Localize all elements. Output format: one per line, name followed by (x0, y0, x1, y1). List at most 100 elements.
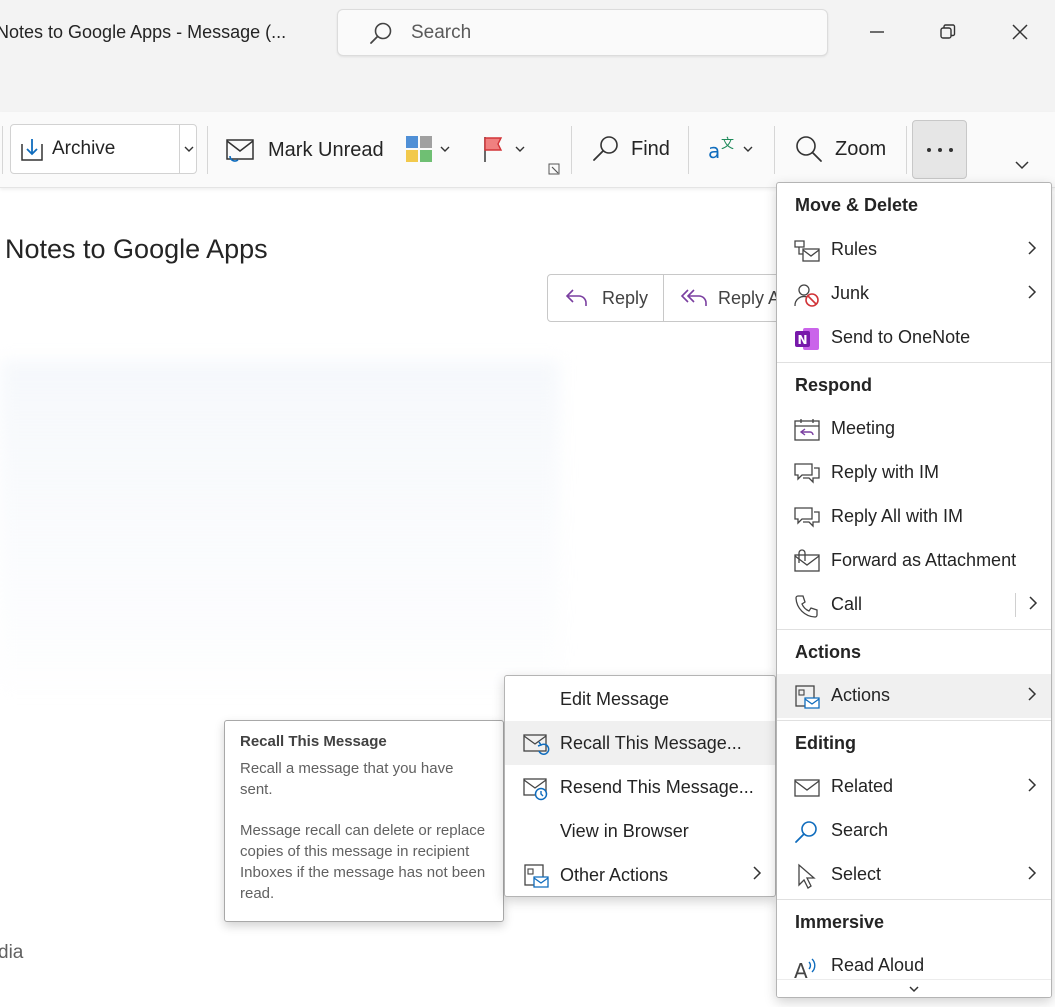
section-heading-actions: Actions (795, 642, 862, 662)
message-subject: Notes to Google Apps (5, 234, 268, 264)
phone-icon (795, 595, 818, 618)
menu-item-send-to-onenote[interactable]: N Send to OneNote (777, 316, 1051, 360)
menu-item-edit-message[interactable]: Edit Message (505, 677, 775, 721)
menu-item-related[interactable]: Related (777, 765, 1051, 809)
menu-item-label: Forward as Attachment (831, 550, 1017, 570)
ribbon-separator (688, 126, 689, 174)
menu-item-other-actions[interactable]: Other Actions (505, 853, 775, 897)
zoom-button[interactable]: Zoom (794, 134, 886, 164)
menu-divider (777, 629, 1051, 630)
restore-button[interactable] (932, 16, 964, 48)
find-label: Find (631, 137, 670, 160)
svg-text:N: N (798, 333, 808, 347)
menu-item-meeting[interactable]: Meeting (777, 407, 1051, 451)
menu-item-label: Reply with IM (831, 462, 940, 482)
tooltip-title: Recall This Message (240, 733, 387, 750)
menu-item-label: Recall This Message... (560, 733, 742, 753)
flag-icon (484, 137, 503, 162)
chevron-down-icon (440, 146, 450, 152)
ribbon-collapse-icon[interactable] (1015, 160, 1029, 170)
menu-item-reply-with-im[interactable]: Reply with IM (777, 451, 1051, 495)
svg-text:A: A (794, 959, 808, 980)
translate-icon: a文 (708, 137, 734, 163)
onenote-icon: N (795, 328, 819, 350)
archive-button[interactable]: Archive (10, 124, 197, 174)
menu-item-label: Actions (831, 685, 891, 705)
mark-unread-label: Mark Unread (268, 138, 384, 161)
window-title: Notes to Google Apps - Message (... (0, 22, 287, 42)
minimize-button[interactable] (861, 16, 893, 48)
menu-item-call[interactable]: Call (777, 583, 1051, 627)
reply-all-button[interactable]: Reply A (664, 275, 786, 321)
menu-item-label: Read Aloud (831, 955, 925, 975)
menu-item-label: Meeting (831, 418, 896, 438)
find-button[interactable]: Find (591, 134, 670, 164)
reply-icon (565, 289, 587, 306)
search-icon (593, 136, 618, 161)
menu-item-forward-as-attachment[interactable]: Forward as Attachment (777, 539, 1051, 583)
menu-item-label: View in Browser (560, 821, 689, 841)
chevron-down-icon (184, 146, 193, 152)
reply-button[interactable]: Reply (548, 275, 664, 321)
recall-icon (523, 734, 550, 755)
svg-text:文: 文 (721, 137, 734, 152)
menu-item-recall-message[interactable]: Recall This Message... (505, 721, 775, 765)
more-commands-menu: Move & Delete Rules Junk N Send to OneNo… (776, 182, 1052, 998)
archive-dropdown[interactable] (179, 125, 197, 173)
more-commands-button[interactable] (912, 120, 967, 179)
search-placeholder: Search (411, 22, 472, 43)
chevron-right-icon (1028, 285, 1037, 299)
menu-item-label: Search (831, 820, 889, 840)
zoom-label: Zoom (835, 137, 887, 160)
menu-item-select[interactable]: Select (777, 853, 1051, 897)
other-actions-icon (524, 864, 549, 888)
menu-item-rules[interactable]: Rules (777, 228, 1051, 272)
categorize-button[interactable] (404, 134, 450, 164)
follow-up-button[interactable] (481, 134, 525, 164)
section-heading-immersive: Immersive (795, 912, 885, 932)
ribbon: Archive Mark Unread Find a文 Zoom (0, 112, 1055, 188)
section-heading-move-delete: Move & Delete (795, 195, 919, 215)
section-heading-respond: Respond (795, 375, 873, 395)
close-button[interactable] (1004, 16, 1036, 48)
search-box[interactable]: Search (337, 9, 828, 56)
menu-item-junk[interactable]: Junk (777, 272, 1051, 316)
reply-button-group: Reply Reply A (547, 274, 787, 322)
menu-divider (777, 899, 1051, 900)
resend-icon (523, 778, 548, 801)
reply-im-icon (794, 463, 820, 484)
menu-item-label: Related (831, 776, 894, 796)
ribbon-separator (906, 126, 907, 174)
related-icon (794, 779, 820, 797)
chevron-right-icon (1028, 687, 1037, 701)
title-bar: Notes to Google Apps - Message (... Sear… (0, 0, 1055, 112)
section-heading-editing: Editing (795, 733, 856, 753)
menu-item-label: Junk (831, 283, 870, 303)
message-footer-fragment: dia (0, 942, 24, 963)
forward-attachment-icon (794, 549, 820, 572)
menu-item-view-in-browser[interactable]: View in Browser (505, 809, 775, 853)
translate-button[interactable]: a文 (707, 134, 753, 164)
mail-unread-icon (226, 139, 254, 162)
menu-item-actions[interactable]: Actions (777, 674, 1051, 718)
mark-unread-button[interactable]: Mark Unread (224, 134, 384, 166)
ribbon-separator (571, 126, 572, 174)
reply-label: Reply (602, 287, 649, 308)
archive-label: Archive (52, 138, 116, 159)
read-aloud-icon: A (794, 958, 816, 980)
dialog-launcher-icon[interactable] (548, 163, 560, 175)
reply-all-im-icon (794, 507, 820, 528)
menu-item-label: Rules (831, 239, 878, 259)
ribbon-separator (774, 126, 775, 174)
categorize-icon (406, 136, 432, 162)
menu-scroll-down[interactable] (777, 979, 1051, 997)
zoom-icon (796, 136, 822, 162)
menu-item-reply-all-with-im[interactable]: Reply All with IM (777, 495, 1051, 539)
menu-item-search[interactable]: Search (777, 809, 1051, 853)
rules-icon (794, 240, 820, 262)
chevron-right-icon[interactable] (1028, 595, 1038, 611)
reply-all-label: Reply A (718, 287, 781, 308)
actions-submenu: Edit Message Recall This Message... Rese… (504, 675, 776, 897)
ribbon-separator (2, 126, 3, 174)
menu-item-resend-message[interactable]: Resend This Message... (505, 765, 775, 809)
